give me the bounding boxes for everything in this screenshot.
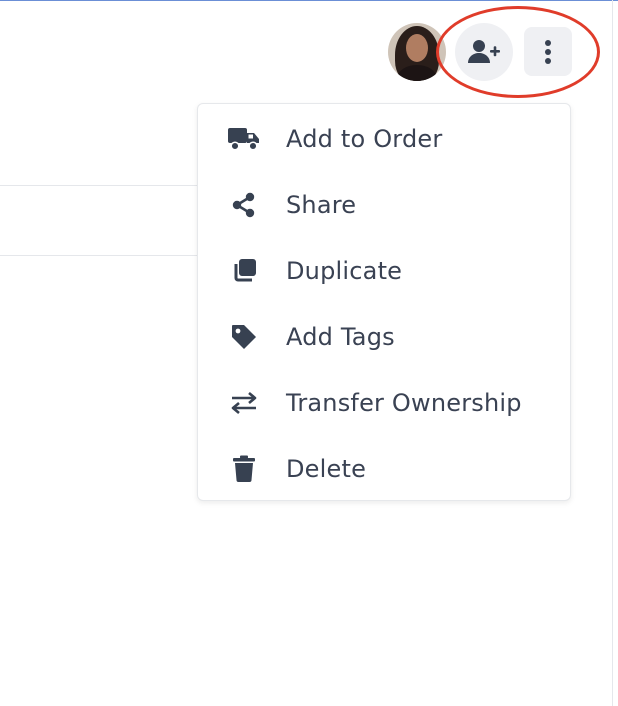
menu-item-label: Share [286, 191, 357, 219]
tag-icon [226, 319, 262, 355]
trash-icon [226, 451, 262, 487]
right-divider [612, 0, 613, 706]
user-plus-icon [468, 40, 500, 63]
table-row-divider [0, 255, 198, 256]
menu-item-label: Duplicate [286, 257, 403, 285]
more-options-button[interactable] [524, 27, 572, 76]
menu-item-share[interactable]: Share [198, 176, 570, 234]
transfer-arrows-icon [226, 385, 262, 421]
menu-item-label: Delete [286, 455, 367, 483]
duplicate-icon [226, 253, 262, 289]
menu-item-transfer-ownership[interactable]: Transfer Ownership [198, 374, 570, 432]
avatar[interactable] [388, 23, 446, 81]
top-border [0, 0, 618, 1]
vertical-ellipsis-icon [545, 39, 551, 64]
share-icon [226, 187, 262, 223]
menu-item-delete[interactable]: Delete [198, 440, 570, 498]
menu-item-label: Transfer Ownership [286, 389, 522, 417]
menu-item-duplicate[interactable]: Duplicate [198, 242, 570, 300]
add-person-button[interactable] [455, 23, 513, 81]
dropdown-menu: Add to Order Share Duplicate Add Tags Tr… [197, 103, 571, 501]
menu-item-add-to-order[interactable]: Add to Order [198, 110, 570, 168]
table-row-divider [0, 185, 198, 186]
menu-item-label: Add to Order [286, 125, 443, 153]
truck-icon [226, 121, 262, 157]
menu-item-add-tags[interactable]: Add Tags [198, 308, 570, 366]
menu-item-label: Add Tags [286, 323, 395, 351]
